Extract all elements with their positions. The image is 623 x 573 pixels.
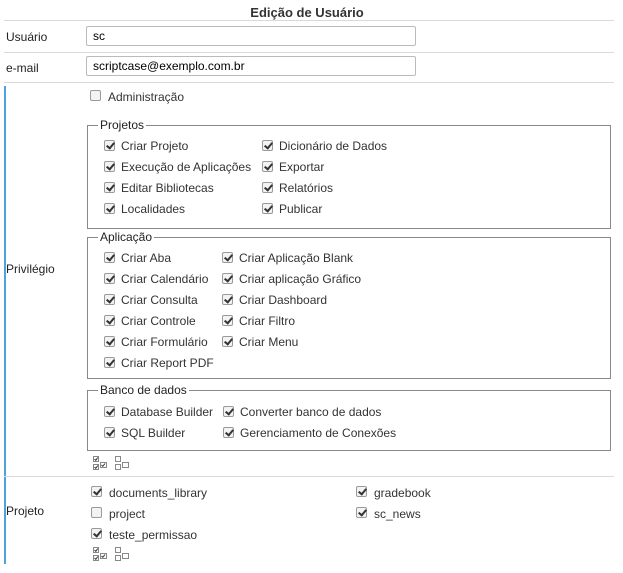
gradebook-checkbox[interactable]	[356, 486, 367, 497]
criar-aplicacao-grafico-label: Criar aplicação Gráfico	[239, 272, 362, 286]
criar-filtro-checkbox[interactable]	[222, 315, 233, 326]
banco-group: Banco de dados	[87, 383, 611, 451]
dicionario-dados-checkbox[interactable]	[262, 140, 273, 151]
select-all-icon[interactable]	[93, 547, 107, 561]
execucao-aplicacoes-checkbox[interactable]	[104, 161, 115, 172]
administracao-checkbox[interactable]	[90, 90, 101, 101]
criar-menu-checkbox[interactable]	[222, 336, 233, 347]
banco-legend: Banco de dados	[98, 383, 189, 397]
criar-projeto-label: Criar Projeto	[121, 139, 189, 153]
deselect-all-icon[interactable]	[115, 456, 129, 470]
database-builder-label: Database Builder	[121, 405, 214, 419]
privilegio-label: Privilégio	[6, 262, 55, 276]
accent-bar	[4, 86, 6, 564]
relatorios-checkbox[interactable]	[262, 182, 273, 193]
database-builder-checkbox[interactable]	[104, 406, 115, 417]
criar-report-pdf-label: Criar Report PDF	[121, 356, 214, 370]
execucao-aplicacoes-label: Execução de Aplicações	[121, 160, 252, 174]
publicar-checkbox[interactable]	[262, 203, 273, 214]
publicar-label: Publicar	[279, 202, 323, 216]
criar-formulario-label: Criar Formulário	[121, 335, 208, 349]
converter-banco-label: Converter banco de dados	[240, 405, 382, 419]
divider	[4, 476, 614, 477]
projeto-label: Projeto	[6, 504, 45, 518]
criar-aplicacao-blank-label: Criar Aplicação Blank	[239, 251, 354, 265]
relatorios-label: Relatórios	[279, 181, 334, 195]
sc-news-checkbox[interactable]	[356, 507, 367, 518]
criar-report-pdf-checkbox[interactable]	[104, 357, 115, 368]
criar-calendario-label: Criar Calendário	[121, 272, 209, 286]
criar-consulta-checkbox[interactable]	[104, 294, 115, 305]
sql-builder-checkbox[interactable]	[104, 427, 115, 438]
divider	[4, 82, 614, 83]
exportar-checkbox[interactable]	[262, 161, 273, 172]
converter-banco-checkbox[interactable]	[223, 406, 234, 417]
gradebook-label: gradebook	[374, 486, 431, 500]
documents-library-label: documents_library	[109, 486, 208, 500]
criar-controle-checkbox[interactable]	[104, 315, 115, 326]
teste-permissao-checkbox[interactable]	[91, 528, 102, 539]
aplicacao-legend: Aplicação	[98, 230, 155, 244]
localidades-label: Localidades	[121, 202, 186, 216]
criar-projeto-checkbox[interactable]	[104, 140, 115, 151]
gerenciamento-conexoes-checkbox[interactable]	[223, 427, 234, 438]
editar-bibliotecas-checkbox[interactable]	[104, 182, 115, 193]
dicionario-dados-label: Dicionário de Dados	[279, 139, 388, 153]
usuario-label: Usuário	[6, 30, 48, 44]
criar-calendario-checkbox[interactable]	[104, 273, 115, 284]
usuario-input[interactable]	[86, 26, 416, 46]
user-edit-form: Edição de Usuário Usuário e-mail Privilé…	[0, 0, 614, 566]
localidades-checkbox[interactable]	[104, 203, 115, 214]
teste-permissao-label: teste_permissao	[109, 528, 198, 542]
administracao-label: Administração	[108, 90, 185, 104]
criar-aplicacao-grafico-checkbox[interactable]	[222, 273, 233, 284]
project-label: project	[109, 507, 146, 521]
exportar-label: Exportar	[279, 160, 325, 174]
editar-bibliotecas-label: Editar Bibliotecas	[121, 181, 214, 195]
project-checkbox[interactable]	[91, 507, 102, 518]
criar-aba-checkbox[interactable]	[104, 252, 115, 263]
criar-filtro-label: Criar Filtro	[239, 314, 295, 328]
criar-aba-label: Criar Aba	[121, 251, 172, 265]
divider	[4, 20, 614, 21]
sc-news-label: sc_news	[374, 507, 421, 521]
email-input[interactable]	[86, 56, 416, 76]
criar-consulta-label: Criar Consulta	[121, 293, 198, 307]
select-all-icon[interactable]	[93, 456, 107, 470]
email-label: e-mail	[6, 61, 39, 75]
criar-dashboard-checkbox[interactable]	[222, 294, 233, 305]
documents-library-checkbox[interactable]	[91, 486, 102, 497]
deselect-all-icon[interactable]	[115, 547, 129, 561]
criar-dashboard-label: Criar Dashboard	[239, 293, 328, 307]
form-title: Edição de Usuário	[250, 5, 364, 20]
criar-controle-label: Criar Controle	[121, 314, 196, 328]
criar-menu-label: Criar Menu	[239, 335, 299, 349]
gerenciamento-conexoes-label: Gerenciamento de Conexões	[240, 426, 397, 440]
projetos-legend: Projetos	[98, 118, 147, 132]
criar-aplicacao-blank-checkbox[interactable]	[222, 252, 233, 263]
divider	[4, 52, 614, 53]
criar-formulario-checkbox[interactable]	[104, 336, 115, 347]
sql-builder-label: SQL Builder	[121, 426, 186, 440]
